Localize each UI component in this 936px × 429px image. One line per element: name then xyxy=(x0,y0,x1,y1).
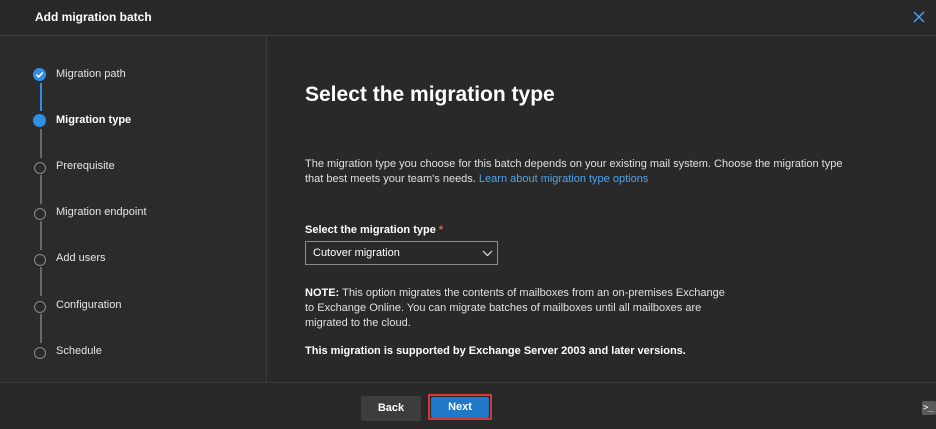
step-complete-indicator xyxy=(33,68,46,81)
step-connector xyxy=(40,83,42,111)
step-connector xyxy=(40,129,42,158)
step-label: Migration path xyxy=(56,68,126,80)
step-label: Prerequisite xyxy=(56,160,115,172)
field-label-text: Select the migration type xyxy=(305,224,436,236)
note-text: This option migrates the contents of mai… xyxy=(305,287,725,329)
step-current-indicator xyxy=(33,114,46,127)
support-statement: This migration is supported by Exchange … xyxy=(305,345,686,357)
chevron-down-icon xyxy=(482,250,493,257)
migration-note: NOTE: This option migrates the contents … xyxy=(305,286,725,331)
next-button[interactable]: Next xyxy=(431,397,489,418)
step-pending-indicator xyxy=(34,208,46,220)
learn-more-link[interactable]: Learn about migration type options xyxy=(479,173,648,185)
migration-type-label: Select the migration type * xyxy=(305,224,443,236)
step-label: Migration type xyxy=(56,114,132,126)
main-content: Select the migration type The migration … xyxy=(267,36,936,382)
step-label: Configuration xyxy=(56,299,122,311)
step-pending-indicator xyxy=(34,347,46,359)
step-pending-indicator xyxy=(34,162,46,174)
step-label: Migration endpoint xyxy=(56,206,147,218)
panel-header: Add migration batch xyxy=(0,0,936,36)
panel-title: Add migration batch xyxy=(35,10,152,24)
page-title: Select the migration type xyxy=(305,83,555,106)
step-connector xyxy=(40,221,42,250)
close-icon[interactable] xyxy=(910,8,928,26)
back-button[interactable]: Back xyxy=(361,396,421,421)
step-pending-indicator xyxy=(34,301,46,313)
step-connector xyxy=(40,175,42,204)
add-migration-batch-panel: Add migration batch Migration path Migra… xyxy=(0,0,936,429)
checkmark-icon xyxy=(35,71,44,79)
console-toggle-button[interactable]: >_ xyxy=(922,401,936,415)
footer-divider xyxy=(0,382,936,383)
dropdown-selected-value: Cutover migration xyxy=(313,247,400,259)
required-marker: * xyxy=(438,224,444,236)
description-text: The migration type you choose for this b… xyxy=(305,157,845,187)
step-pending-indicator xyxy=(34,254,46,266)
step-label: Add users xyxy=(56,252,106,264)
step-connector xyxy=(40,314,42,343)
step-label: Schedule xyxy=(56,345,102,357)
migration-type-dropdown[interactable]: Cutover migration xyxy=(305,241,498,265)
terminal-icon: >_ xyxy=(923,403,934,413)
step-connector xyxy=(40,267,42,296)
note-label: NOTE: xyxy=(305,287,340,299)
